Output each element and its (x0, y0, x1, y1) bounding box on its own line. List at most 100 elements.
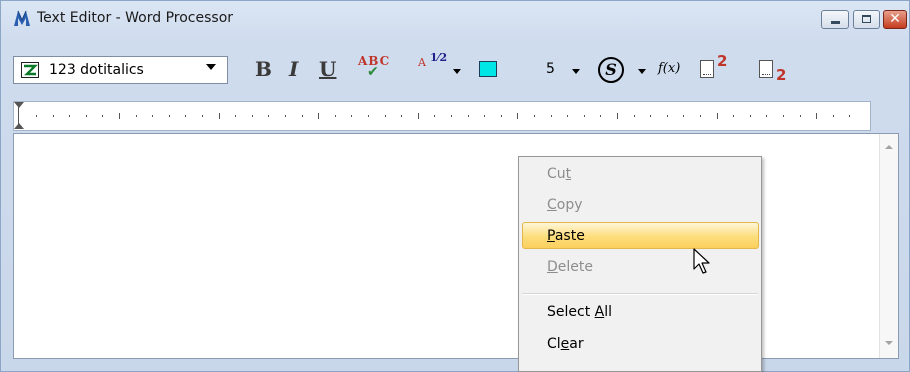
font-type-icon (21, 62, 39, 78)
ruler-minor-tick (251, 115, 253, 117)
text-box-icon (759, 60, 773, 78)
scroll-up-icon[interactable] (885, 145, 893, 149)
italic-button[interactable]: I (289, 57, 305, 85)
ruler-minor-tick (451, 115, 452, 117)
context-menu: Cut Copy Paste Delete Select All Clear (518, 156, 762, 372)
scroll-down-icon[interactable] (885, 341, 893, 345)
ruler-minor-tick (351, 115, 353, 117)
ruler-minor-tick (534, 115, 535, 117)
ruler-minor-tick (567, 115, 569, 117)
ruler-minor-tick (749, 115, 751, 117)
menu-item-select-all[interactable]: Select All (547, 304, 612, 320)
left-indent-marker[interactable] (14, 123, 24, 129)
symbol-dropdown-icon[interactable] (638, 69, 646, 74)
size-dropdown-icon[interactable] (572, 69, 580, 74)
ruler-minor-tick (285, 115, 286, 117)
ruler-minor-tick (766, 115, 768, 117)
mouse-pointer-icon (693, 248, 710, 274)
ruler-major-tick (617, 113, 618, 119)
ruler-minor-tick (152, 115, 154, 117)
ruler-minor-tick (683, 115, 685, 117)
ruler-minor-tick (700, 115, 701, 117)
minimize-icon (831, 21, 840, 24)
ruler-minor-tick (368, 115, 369, 117)
formatting-toolbar: 123 dotitalics B I U ABC ✔ A 1⁄2 5 S f(x… (13, 51, 899, 89)
ruler[interactable] (13, 101, 871, 131)
ruler-minor-tick (401, 115, 403, 117)
ruler-minor-tick (666, 115, 668, 117)
menu-item-paste[interactable]: Paste (547, 228, 585, 244)
menu-separator (522, 293, 758, 295)
superscript-number: 2 (717, 52, 728, 70)
app-logo-icon (14, 10, 30, 26)
bold-button[interactable]: B (255, 57, 277, 85)
ruler-minor-tick (384, 115, 386, 117)
ruler-minor-tick (500, 115, 502, 117)
ruler-minor-tick (484, 115, 486, 117)
text-editor-window: Text Editor - Word Processor ✕ 123 dotit… (0, 0, 910, 372)
menu-item-cut[interactable]: Cut (547, 166, 571, 182)
window-title: Text Editor - Word Processor (37, 10, 234, 26)
minimize-button[interactable] (821, 10, 849, 29)
ruler-minor-tick (467, 115, 469, 117)
ruler-indent-line (18, 106, 19, 124)
ruler-minor-tick (168, 115, 170, 117)
menu-item-copy[interactable]: Copy (547, 197, 583, 213)
fraction-label-a: A (418, 56, 426, 69)
size-value[interactable]: 5 (546, 61, 555, 89)
ruler-minor-tick (52, 115, 54, 117)
ruler-minor-tick (633, 115, 635, 117)
ruler-minor-tick (434, 115, 436, 117)
ruler-minor-tick (849, 115, 851, 117)
symbol-button[interactable]: S (598, 57, 624, 83)
fraction-button[interactable]: A 1⁄2 (418, 51, 458, 84)
ruler-minor-tick (102, 115, 104, 117)
close-icon: ✕ (889, 11, 901, 27)
ruler-minor-tick (832, 115, 834, 117)
ruler-minor-tick (268, 115, 270, 117)
function-button[interactable]: f(x) (658, 61, 680, 89)
maximize-icon (862, 15, 871, 23)
ruler-major-tick (417, 113, 419, 119)
subscript-number: 2 (776, 66, 787, 84)
vertical-scrollbar[interactable] (879, 134, 898, 358)
ruler-minor-tick (135, 115, 137, 117)
ruler-minor-tick (783, 115, 784, 117)
ruler-minor-tick (69, 115, 71, 117)
ruler-minor-tick (185, 115, 187, 117)
ruler-minor-tick (334, 115, 336, 117)
ruler-major-tick (816, 113, 818, 119)
ruler-minor-tick (650, 115, 652, 117)
ruler-minor-tick (85, 115, 87, 117)
ruler-minor-tick (600, 115, 602, 117)
ruler-minor-tick (799, 115, 801, 117)
fraction-label: 1⁄2 (430, 51, 448, 64)
spell-check-button[interactable]: ABC ✔ (358, 54, 394, 84)
ruler-minor-tick (583, 115, 585, 117)
title-bar[interactable]: Text Editor - Word Processor ✕ (1, 1, 909, 37)
menu-item-delete[interactable]: Delete (547, 259, 593, 275)
ruler-minor-tick (733, 115, 735, 117)
fraction-dropdown-icon[interactable] (453, 69, 461, 74)
underline-button[interactable]: U (319, 57, 341, 85)
ruler-minor-tick (550, 115, 552, 117)
menu-item-clear[interactable]: Clear (547, 336, 584, 352)
maximize-button[interactable] (853, 10, 880, 29)
ruler-minor-tick (202, 115, 203, 117)
ruler-minor-tick (36, 115, 37, 117)
ruler-major-tick (716, 113, 718, 119)
text-editing-area[interactable] (13, 133, 899, 359)
close-button[interactable]: ✕ (883, 10, 907, 29)
ruler-major-tick (119, 113, 120, 119)
ruler-major-tick (318, 113, 320, 119)
ruler-minor-tick (235, 115, 237, 117)
first-line-indent-marker[interactable] (14, 102, 24, 108)
ruler-major-tick (218, 113, 220, 119)
font-select[interactable]: 123 dotitalics (13, 56, 228, 84)
check-icon: ✔ (367, 64, 379, 80)
subscript-button[interactable]: 2 (759, 56, 799, 84)
chevron-down-icon[interactable] (206, 64, 216, 70)
ruler-minor-tick (301, 115, 303, 117)
superscript-button[interactable]: 2 (700, 52, 740, 84)
color-swatch-button[interactable] (479, 61, 497, 77)
